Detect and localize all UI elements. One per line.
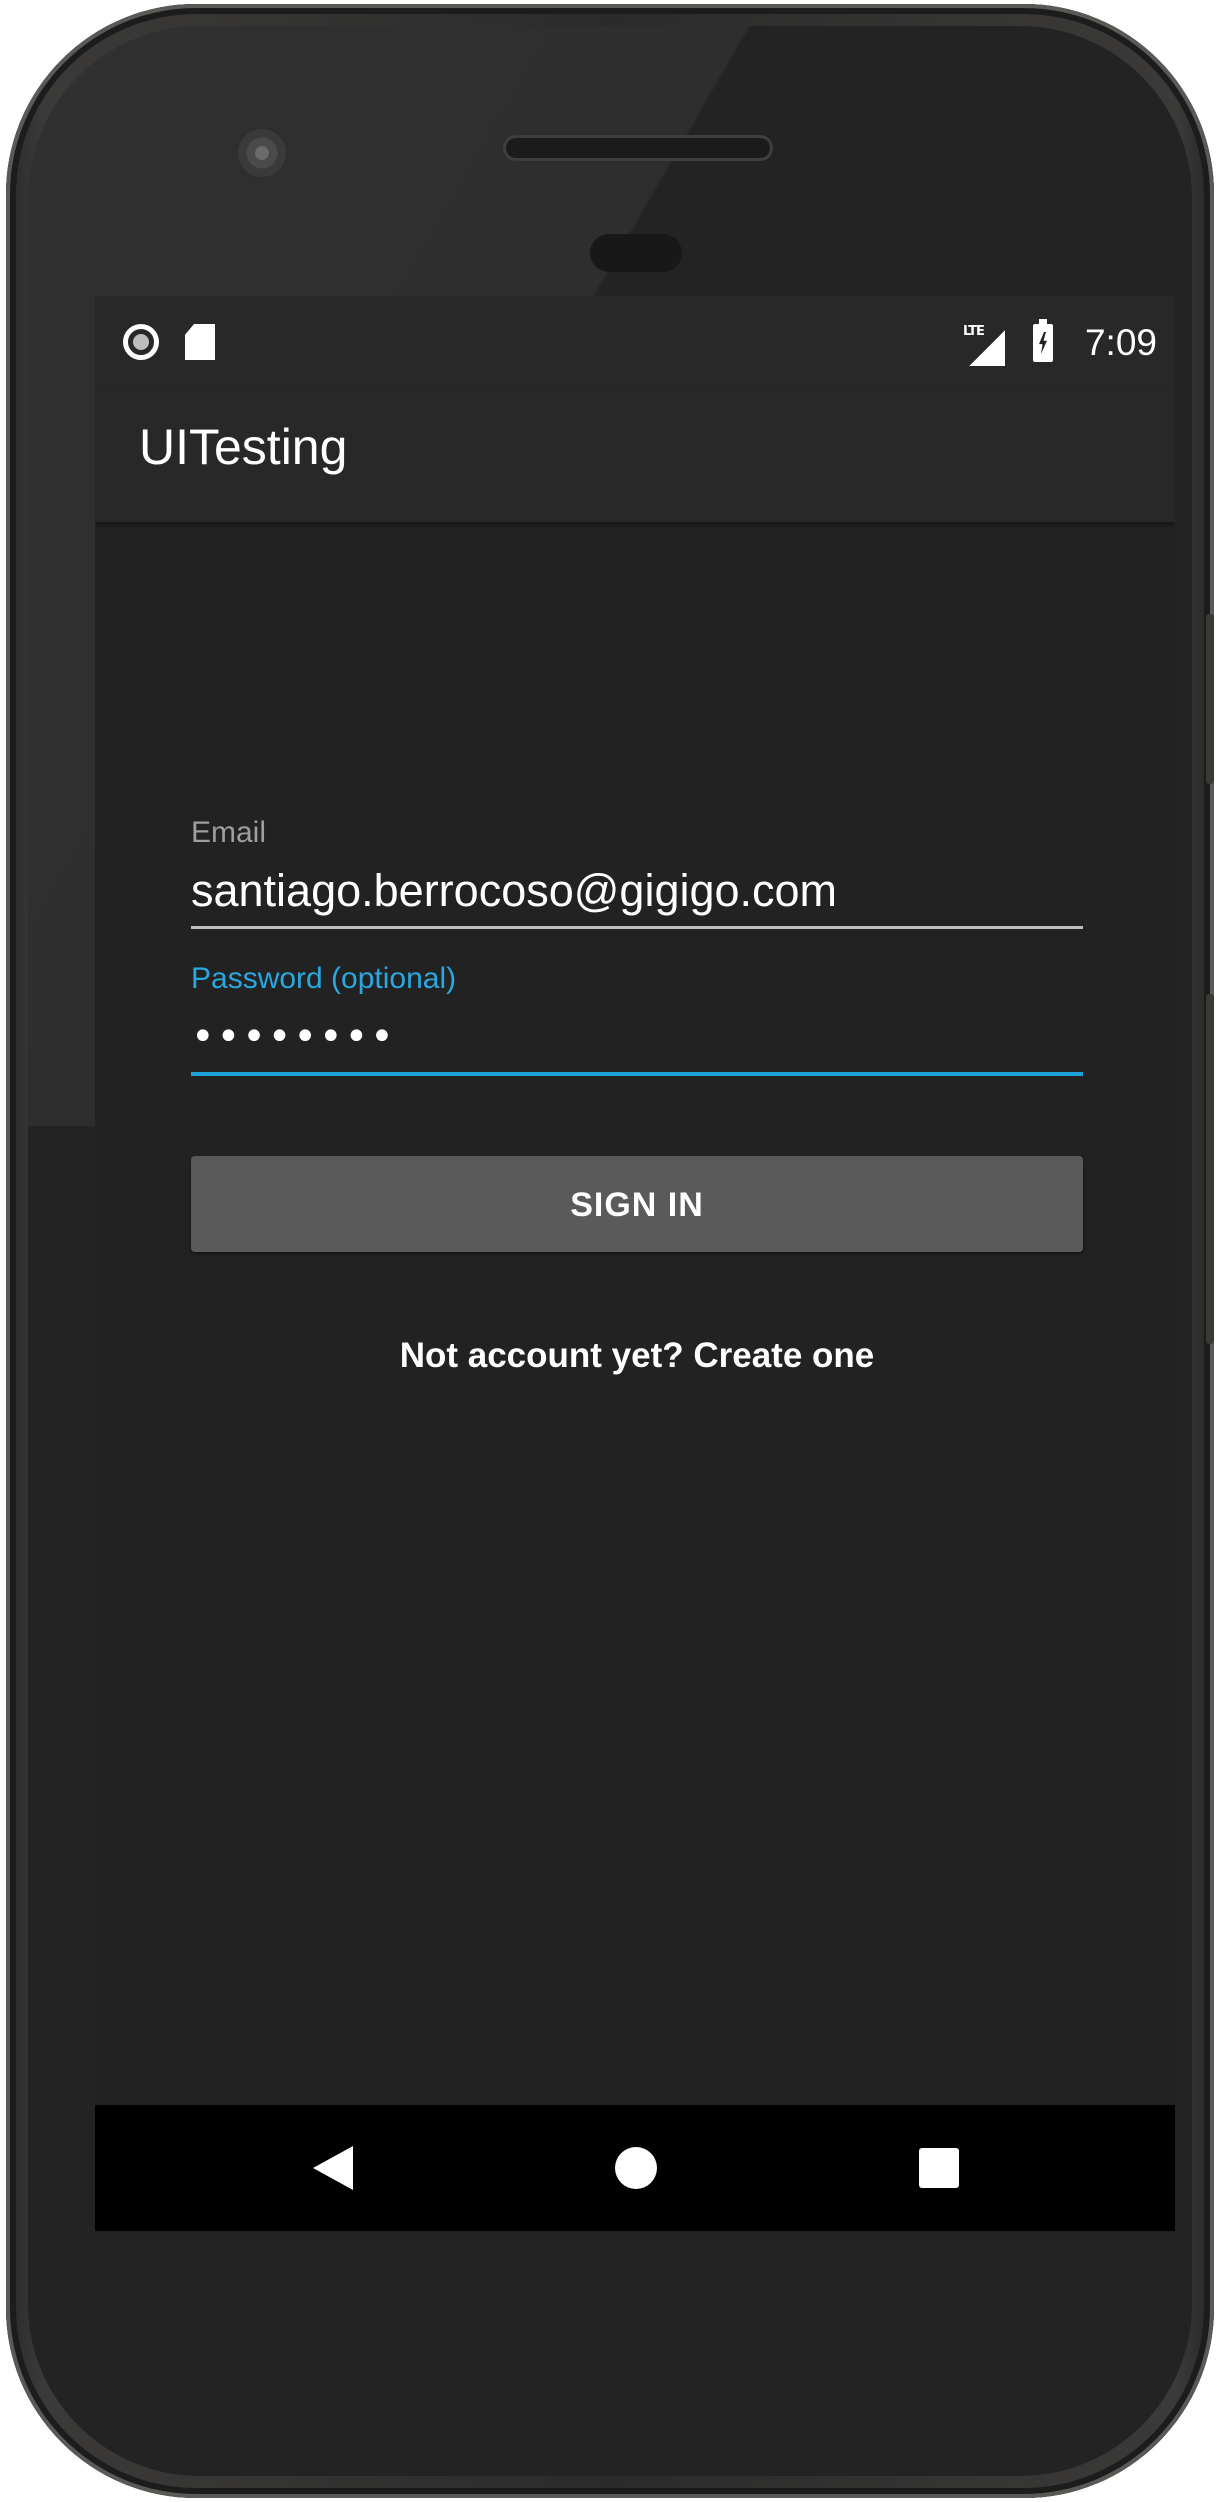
record-icon <box>123 324 159 360</box>
email-label: Email <box>191 816 267 849</box>
app-title: UITesting <box>139 419 348 475</box>
front-camera <box>238 129 286 177</box>
volume-button <box>1206 994 1214 1344</box>
sign-in-button[interactable]: SIGN IN <box>191 1156 1083 1252</box>
password-field[interactable] <box>191 1002 1083 1076</box>
status-bar: LTE 7:09 <box>95 296 1175 392</box>
status-time: 7:09 <box>1084 322 1157 363</box>
email-field[interactable] <box>191 856 1083 929</box>
back-icon[interactable] <box>313 2146 353 2190</box>
lte-signal-icon: LTE <box>963 324 1005 366</box>
recents-icon[interactable] <box>919 2148 959 2188</box>
home-icon[interactable] <box>615 2147 657 2189</box>
power-button <box>1206 614 1214 784</box>
navigation-bar <box>95 2105 1175 2231</box>
battery-charging-icon <box>1033 319 1053 362</box>
earpiece-speaker <box>506 138 770 158</box>
proximity-sensor <box>590 234 682 272</box>
screen: LTE 7:09 UITesting Email Password (optio… <box>95 296 1175 2231</box>
password-label: Password (optional) <box>191 962 457 995</box>
create-account-link[interactable]: Not account yet? Create one <box>191 1336 1083 1376</box>
signal-icon <box>969 330 1005 366</box>
sd-card-icon <box>185 324 215 360</box>
phone-face: LTE 7:09 UITesting Email Password (optio… <box>28 26 1192 2476</box>
app-bar: UITesting <box>95 392 1175 522</box>
phone-frame: LTE 7:09 UITesting Email Password (optio… <box>6 4 1214 2498</box>
bolt-icon <box>1039 332 1047 354</box>
